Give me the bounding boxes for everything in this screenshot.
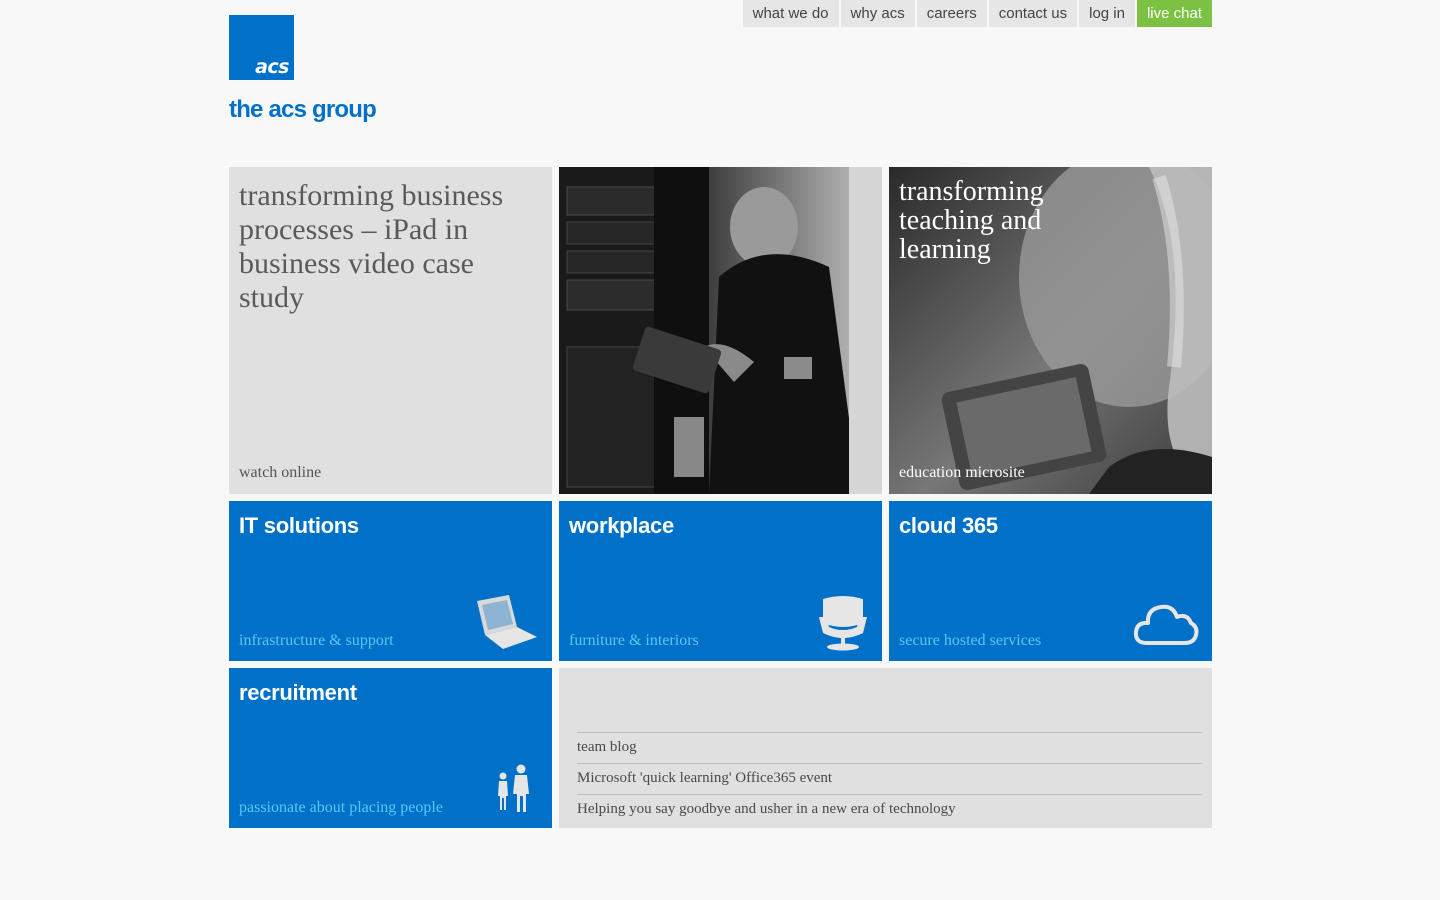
featured-case-study-tile[interactable]: transforming business processes – iPad i… xyxy=(229,167,552,494)
site-title[interactable]: the acs group xyxy=(229,96,377,124)
it-solutions-title: IT solutions xyxy=(239,513,359,538)
education-tile[interactable]: transforming teaching and learning educa… xyxy=(889,167,1212,494)
nav-what-we-do[interactable]: what we do xyxy=(742,0,839,27)
nav-why-acs[interactable]: why acs xyxy=(840,0,915,27)
nav-careers[interactable]: careers xyxy=(916,0,987,27)
education-microsite-link[interactable]: education microsite xyxy=(899,464,1025,482)
acs-logo[interactable]: acs xyxy=(229,15,294,80)
top-navigation: what we do why acs careers contact us lo… xyxy=(742,0,1212,27)
workplace-tile[interactable]: workplace furniture & interiors xyxy=(559,501,882,661)
news-panel: team blog Microsoft 'quick learning' Off… xyxy=(559,668,1212,828)
news-item-team-blog[interactable]: team blog xyxy=(577,732,1202,763)
education-headline: transforming teaching and learning xyxy=(899,176,1044,265)
news-item-new-era[interactable]: Helping you say goodbye and usher in a n… xyxy=(577,794,1202,825)
nav-log-in[interactable]: log in xyxy=(1079,0,1135,27)
workplace-title: workplace xyxy=(569,513,674,538)
workplace-subtitle: furniture & interiors xyxy=(569,632,699,649)
people-icon xyxy=(498,764,529,812)
cloud-365-tile[interactable]: cloud 365 secure hosted services xyxy=(889,501,1212,661)
cloud-365-title: cloud 365 xyxy=(899,513,998,538)
cloud-icon xyxy=(1133,604,1199,645)
chair-icon xyxy=(819,596,867,651)
it-solutions-subtitle: infrastructure & support xyxy=(239,632,394,649)
news-item-office365-event[interactable]: Microsoft 'quick learning' Office365 eve… xyxy=(577,763,1202,794)
recruitment-title: recruitment xyxy=(239,680,357,705)
recruitment-tile[interactable]: recruitment passionate about placing peo… xyxy=(229,668,552,828)
nav-contact-us[interactable]: contact us xyxy=(988,0,1078,27)
live-chat-button[interactable]: live chat xyxy=(1136,0,1212,27)
technician-photo[interactable] xyxy=(559,167,882,494)
recruitment-subtitle: passionate about placing people xyxy=(239,799,443,816)
laptop-icon xyxy=(477,595,537,649)
cloud-365-subtitle: secure hosted services xyxy=(899,632,1042,649)
featured-headline: transforming business processes – iPad i… xyxy=(239,179,504,314)
watch-online-link[interactable]: watch online xyxy=(239,464,321,482)
page-container: what we do why acs careers contact us lo… xyxy=(229,0,1212,900)
logo-text: acs xyxy=(255,56,289,78)
news-list: team blog Microsoft 'quick learning' Off… xyxy=(577,732,1202,825)
technician-image xyxy=(559,167,882,494)
it-solutions-tile[interactable]: IT solutions infrastructure & support xyxy=(229,501,552,661)
